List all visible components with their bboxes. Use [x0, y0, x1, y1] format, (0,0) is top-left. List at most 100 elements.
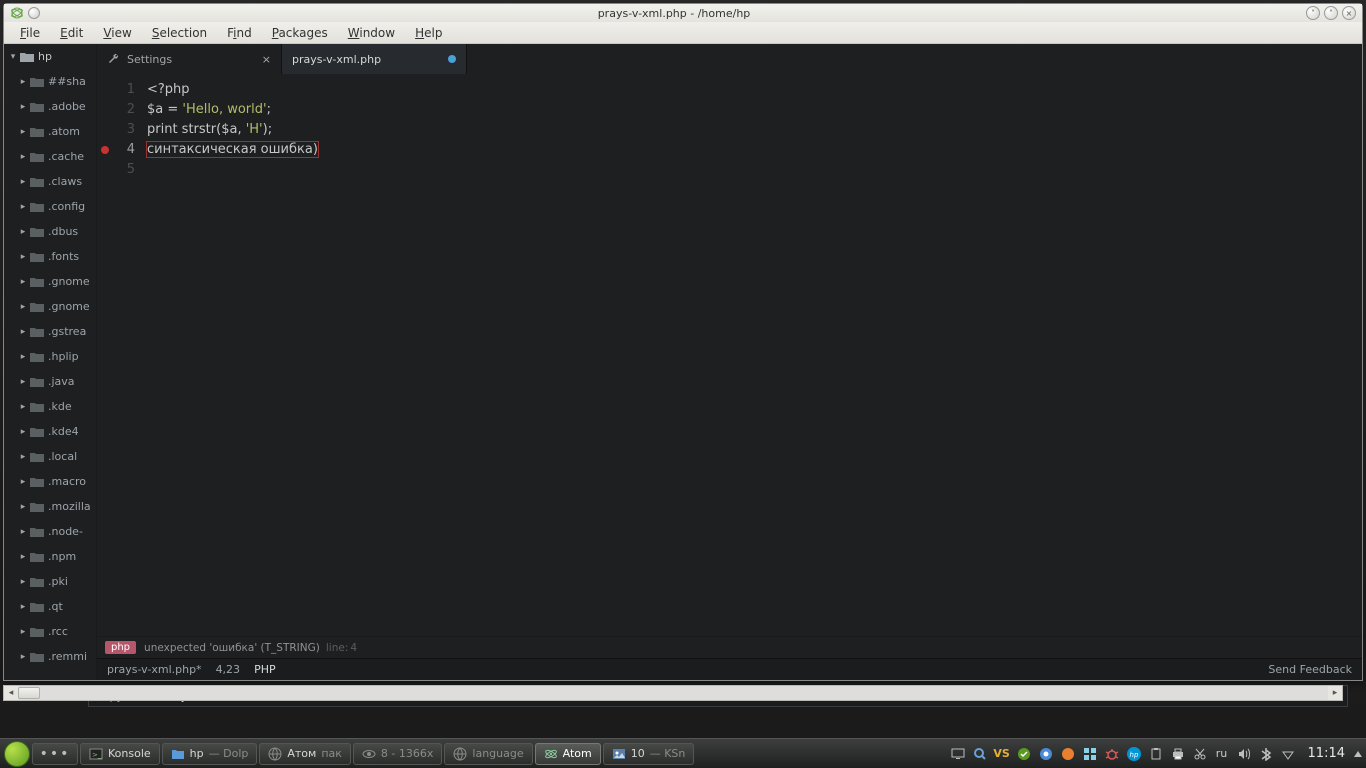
tab-close-icon[interactable]: ×	[262, 53, 271, 66]
tree-folder[interactable]: ▸.rcc	[4, 619, 96, 644]
update-icon[interactable]	[1016, 746, 1032, 762]
tree-folder[interactable]: ▸.atom	[4, 119, 96, 144]
scroll-track[interactable]	[18, 686, 1328, 700]
tree-folder[interactable]: ▸.adobe	[4, 94, 96, 119]
quick-launch[interactable]: •••	[32, 743, 78, 765]
close-button[interactable]: ×	[1342, 6, 1356, 20]
tree-folder[interactable]: ▸.java	[4, 369, 96, 394]
linter-line-label: line:	[326, 642, 349, 654]
tree-folder[interactable]: ▸.kde4	[4, 419, 96, 444]
expand-tray-icon[interactable]	[1354, 751, 1362, 757]
windows-icon[interactable]	[1082, 746, 1098, 762]
code-line[interactable]: print strstr($a, 'H');	[147, 120, 1362, 140]
clock[interactable]: 11:14	[1308, 746, 1345, 761]
line-number[interactable]: 5	[97, 160, 135, 180]
clipboard-icon[interactable]	[1148, 746, 1164, 762]
line-number[interactable]: 1	[97, 80, 135, 100]
tree-item-label: .kde4	[48, 425, 79, 438]
tree-folder[interactable]: ▸.gnome	[4, 269, 96, 294]
sticky-button[interactable]	[28, 7, 40, 19]
menu-view[interactable]: View	[93, 23, 141, 43]
tree-folder[interactable]: ▸.hplip	[4, 344, 96, 369]
horizontal-scrollbar[interactable]: ◂ ▸	[3, 685, 1343, 701]
tree-folder[interactable]: ▸.npm	[4, 544, 96, 569]
tree-folder[interactable]: ▸.kde	[4, 394, 96, 419]
taskbar-task[interactable]: Atom	[535, 743, 601, 765]
tree-folder[interactable]: ▸.claws	[4, 169, 96, 194]
status-bar: prays-v-xml.php* 4,23 PHP Send Feedback	[97, 658, 1362, 680]
scroll-right-icon[interactable]: ▸	[1328, 686, 1342, 700]
tree-folder[interactable]: ▸.cache	[4, 144, 96, 169]
taskbar-task[interactable]: language	[444, 743, 532, 765]
titlebar[interactable]: prays-v-xml.php - /home/hp ˅ ˄ ×	[4, 4, 1362, 22]
search-icon[interactable]	[972, 746, 988, 762]
tab-settings[interactable]: Settings ×	[97, 44, 282, 74]
code-content[interactable]: <?php$a = 'Hello, world';print strstr($a…	[143, 74, 1362, 636]
tree-folder[interactable]: ▸##sha	[4, 69, 96, 94]
tree-folder[interactable]: ▸.gstrea	[4, 319, 96, 344]
code-line[interactable]: синтаксическая ошибка)	[147, 140, 1362, 160]
cut-icon[interactable]	[1192, 746, 1208, 762]
tree-folder[interactable]: ▸.gnome	[4, 294, 96, 319]
taskbar-task[interactable]: 8 - 1366x	[353, 743, 442, 765]
tree-folder[interactable]: ▸.qt	[4, 594, 96, 619]
text-editor[interactable]: 12345 <?php$a = 'Hello, world';print str…	[97, 74, 1362, 636]
menu-edit[interactable]: Edit	[50, 23, 93, 43]
bug-icon[interactable]	[1104, 746, 1120, 762]
scroll-left-icon[interactable]: ◂	[4, 686, 18, 700]
chrome-icon[interactable]	[1038, 746, 1054, 762]
send-feedback-link[interactable]: Send Feedback	[1268, 663, 1352, 676]
tree-folder[interactable]: ▸.dbus	[4, 219, 96, 244]
folder-icon	[30, 551, 44, 563]
tree-folder[interactable]: ▸.config	[4, 194, 96, 219]
tree-folder[interactable]: ▸.pki	[4, 569, 96, 594]
code-line[interactable]	[147, 160, 1362, 180]
tree-folder[interactable]: ▸.node-	[4, 519, 96, 544]
taskbar-task[interactable]: 10 — KSn	[603, 743, 695, 765]
menu-find[interactable]: Find	[217, 23, 262, 43]
menu-file[interactable]: File	[10, 23, 50, 43]
taskbar-task[interactable]: hp — Dolp	[162, 743, 258, 765]
keyboard-layout[interactable]: ru	[1214, 746, 1230, 762]
start-button[interactable]	[4, 741, 30, 767]
tree-folder[interactable]: ▸.macro	[4, 469, 96, 494]
tree-item-label: .macro	[48, 475, 86, 488]
tree-root[interactable]: ▾ hp	[4, 44, 96, 69]
printer-icon[interactable]	[1170, 746, 1186, 762]
status-cursor[interactable]: 4,23	[216, 663, 241, 676]
menu-window[interactable]: Window	[338, 23, 405, 43]
volume-icon[interactable]	[1236, 746, 1252, 762]
network-icon[interactable]	[1280, 746, 1296, 762]
menu-help[interactable]: Help	[405, 23, 452, 43]
tab-file[interactable]: prays-v-xml.php	[282, 44, 467, 74]
minimize-button[interactable]: ˅	[1306, 6, 1320, 20]
menu-selection[interactable]: Selection	[142, 23, 217, 43]
line-number[interactable]: 4	[97, 140, 135, 160]
code-line[interactable]: <?php	[147, 80, 1362, 100]
maximize-button[interactable]: ˄	[1324, 6, 1338, 20]
code-line[interactable]: $a = 'Hello, world';	[147, 100, 1362, 120]
bluetooth-icon[interactable]	[1258, 746, 1274, 762]
taskbar-task[interactable]: >_Konsole	[80, 743, 160, 765]
tree-folder[interactable]: ▸.local	[4, 444, 96, 469]
firefox-icon[interactable]	[1060, 746, 1076, 762]
desktop-icon[interactable]	[950, 746, 966, 762]
taskbar-task[interactable]: Атом пак	[259, 743, 351, 765]
vs-icon[interactable]: VS	[994, 746, 1010, 762]
hp-icon[interactable]: hp	[1126, 746, 1142, 762]
tree-folder[interactable]: ▸.mozilla	[4, 494, 96, 519]
atom-body: ▾ hp ▸##sha▸.adobe▸.atom▸.cache▸.claws▸.…	[4, 44, 1362, 680]
tree-view[interactable]: ▾ hp ▸##sha▸.adobe▸.atom▸.cache▸.claws▸.…	[4, 44, 97, 680]
menu-packages[interactable]: Packages	[262, 23, 338, 43]
line-number[interactable]: 3	[97, 120, 135, 140]
line-number[interactable]: 2	[97, 100, 135, 120]
status-language[interactable]: PHP	[254, 663, 276, 676]
terminal-icon: >_	[89, 747, 103, 761]
tab-title: Settings	[127, 53, 254, 66]
status-file[interactable]: prays-v-xml.php*	[107, 663, 202, 676]
tree-item-label: .claws	[48, 175, 82, 188]
linter-panel[interactable]: php unexpected 'ошибка' (T_STRING) line:…	[97, 636, 1362, 658]
scroll-thumb[interactable]	[18, 687, 40, 699]
tree-folder[interactable]: ▸.fonts	[4, 244, 96, 269]
tree-folder[interactable]: ▸.remmi	[4, 644, 96, 669]
